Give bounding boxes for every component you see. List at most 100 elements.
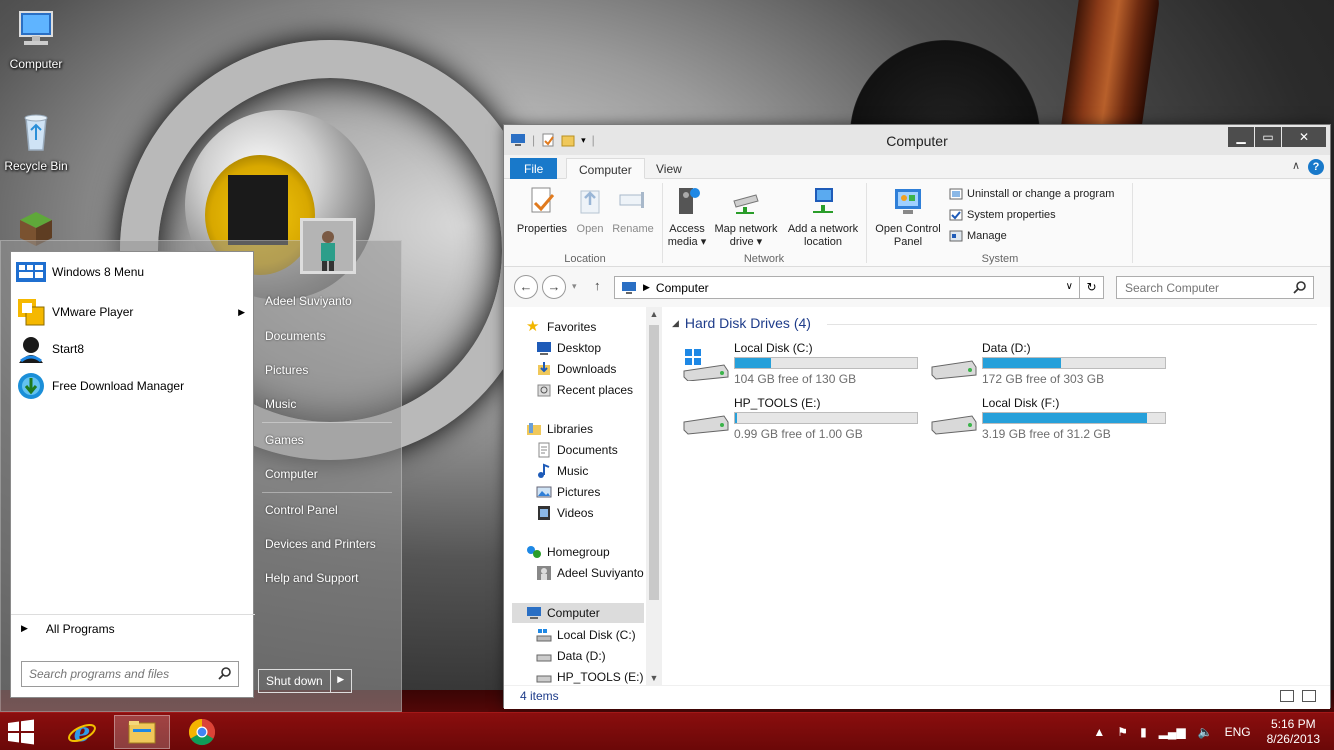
start-item-games[interactable]: Games	[265, 433, 304, 447]
back-icon[interactable]: ←	[514, 275, 538, 299]
start-item-user[interactable]: Adeel Suviyanto	[265, 294, 352, 308]
program-start8[interactable]: Start8	[11, 331, 255, 367]
maximize-icon[interactable]: ▭	[1255, 127, 1281, 147]
recent-locations-icon[interactable]: ▾	[572, 281, 577, 292]
properties-button[interactable]: Properties	[514, 185, 570, 236]
start-item-documents[interactable]: Documents	[265, 329, 326, 343]
nav-label: Desktop	[557, 341, 602, 355]
nav-data-d[interactable]: Data (D:)	[536, 648, 606, 664]
nav-libraries[interactable]: Libraries	[526, 421, 593, 437]
nav-recent-places[interactable]: Recent places	[536, 382, 633, 398]
ribbon-tabs: File Computer View ∧ ?	[504, 155, 1330, 179]
nav-hp-tools-e[interactable]: HP_TOOLS (E:)	[536, 669, 643, 685]
file-explorer-taskbar-button[interactable]	[114, 715, 170, 749]
drive-item[interactable]: Data (D:) 172 GB free of 303 GB	[930, 341, 1170, 391]
title-bar[interactable]: | ▾ | Computer ▁ ▭ ✕	[504, 125, 1330, 155]
status-bar: 4 items	[504, 685, 1330, 709]
scroll-thumb[interactable]	[649, 325, 659, 600]
large-icons-view-icon[interactable]	[1302, 690, 1316, 702]
drive-item[interactable]: Local Disk (F:) 3.19 GB free of 31.2 GB	[930, 396, 1170, 446]
breadcrumb-computer[interactable]: Computer	[656, 281, 709, 295]
all-programs-button[interactable]: ▶ All Programs	[11, 614, 255, 642]
open-control-panel-button[interactable]: Open Control Panel	[870, 185, 946, 249]
tab-file[interactable]: File	[510, 158, 558, 179]
nav-homegroup[interactable]: Homegroup	[526, 544, 610, 560]
start-item-help-support[interactable]: Help and Support	[265, 571, 358, 585]
program-label: Free Download Manager	[52, 379, 185, 393]
network-signal-icon[interactable]: ▂▄▆	[1159, 725, 1186, 739]
volume-icon[interactable]: 🔈	[1198, 725, 1213, 739]
start-search-input[interactable]	[22, 662, 202, 686]
start-item-pictures[interactable]: Pictures	[265, 363, 308, 377]
help-icon[interactable]: ?	[1308, 159, 1324, 175]
shutdown-control: Shut down ▶	[258, 669, 352, 693]
search-box[interactable]	[1116, 276, 1314, 299]
windows-start-icon[interactable]	[6, 719, 36, 745]
chrome-taskbar-button[interactable]	[174, 715, 230, 749]
nav-favorites[interactable]: ★ Favorites	[526, 319, 596, 335]
uninstall-program-button[interactable]: Uninstall or change a program	[949, 187, 1114, 201]
action-center-flag-icon[interactable]: ⚑	[1117, 725, 1128, 739]
recent-places-icon	[537, 384, 551, 397]
up-arrow-icon[interactable]: ↑	[594, 278, 601, 293]
start-item-computer[interactable]: Computer	[265, 467, 318, 481]
input-language[interactable]: ENG	[1225, 725, 1251, 739]
collapse-ribbon-icon[interactable]: ∧	[1292, 159, 1300, 172]
internet-explorer-taskbar-button[interactable]: e	[54, 715, 110, 749]
program-free-download-manager[interactable]: Free Download Manager	[11, 368, 255, 404]
section-header[interactable]: ◢ Hard Disk Drives (4)	[672, 315, 811, 331]
nav-homegroup-user[interactable]: Adeel Suviyanto	[536, 565, 644, 581]
access-media-button[interactable]: Access media ▾	[666, 185, 708, 249]
program-windows8-menu[interactable]: Windows 8 Menu	[11, 254, 255, 290]
nav-videos[interactable]: Videos	[536, 505, 593, 521]
nav-desktop[interactable]: Desktop	[536, 340, 601, 356]
add-network-location-button[interactable]: Add a network location	[784, 185, 862, 249]
power-icon[interactable]: ▮	[1140, 725, 1147, 739]
minimize-icon[interactable]: ▁	[1228, 127, 1254, 147]
address-dropdown-icon[interactable]: ∨	[1066, 281, 1073, 292]
start-search-box[interactable]	[21, 661, 239, 687]
system-properties-button[interactable]: System properties	[949, 208, 1056, 222]
program-vmware-player[interactable]: VMware Player ▶	[11, 294, 255, 330]
search-input[interactable]	[1117, 277, 1287, 298]
start-item-devices-printers[interactable]: Devices and Printers	[265, 537, 376, 551]
manage-button[interactable]: Manage	[949, 229, 1007, 243]
computer-small-icon	[622, 281, 636, 294]
nav-computer[interactable]: Computer	[512, 603, 644, 623]
shutdown-button[interactable]: Shut down	[259, 670, 331, 692]
rename-button[interactable]: Rename	[610, 185, 656, 236]
menu-divider	[262, 422, 392, 423]
desktop-icon-recycle-bin[interactable]: Recycle Bin	[0, 110, 72, 173]
desktop-icon-computer[interactable]: Computer	[0, 8, 72, 71]
nav-documents[interactable]: Documents	[536, 442, 618, 458]
user-avatar[interactable]	[300, 218, 356, 274]
refresh-icon[interactable]: ↻	[1080, 276, 1104, 299]
drive-item[interactable]: HP_TOOLS (E:) 0.99 GB free of 1.00 GB	[682, 396, 922, 446]
scroll-down-icon[interactable]: ▼	[646, 673, 662, 683]
close-icon[interactable]: ✕	[1282, 127, 1326, 147]
map-network-drive-button[interactable]: Map network drive ▾	[710, 185, 782, 249]
nav-downloads[interactable]: Downloads	[536, 361, 616, 377]
nav-local-disk-c[interactable]: Local Disk (C:)	[536, 627, 636, 643]
nav-scrollbar[interactable]: ▲ ▼	[646, 307, 662, 685]
shutdown-options-arrow-icon[interactable]: ▶	[331, 670, 351, 692]
start-item-control-panel[interactable]: Control Panel	[265, 503, 338, 517]
nav-label: Videos	[557, 506, 594, 520]
start-item-music[interactable]: Music	[265, 397, 296, 411]
tab-view[interactable]: View	[644, 158, 694, 179]
tab-computer[interactable]: Computer	[566, 158, 645, 179]
nav-music[interactable]: Music	[536, 463, 588, 479]
drive-free-space: 0.99 GB free of 1.00 GB	[734, 427, 863, 441]
drive-item[interactable]: Local Disk (C:) 104 GB free of 130 GB	[682, 341, 922, 391]
forward-icon[interactable]: →	[542, 275, 566, 299]
scroll-up-icon[interactable]: ▲	[646, 309, 662, 319]
show-hidden-icons-icon[interactable]: ▲	[1093, 725, 1105, 739]
address-bar[interactable]: ▶ Computer ∨	[614, 276, 1080, 299]
drive-usage-bar	[734, 357, 918, 369]
clock[interactable]: 5:16 PM 8/26/2013	[1267, 717, 1320, 747]
details-view-icon[interactable]	[1280, 690, 1294, 702]
open-button[interactable]: Open	[572, 185, 608, 236]
nav-pictures[interactable]: Pictures	[536, 484, 600, 500]
drive-icon	[536, 675, 552, 683]
view-switcher	[1280, 690, 1316, 702]
